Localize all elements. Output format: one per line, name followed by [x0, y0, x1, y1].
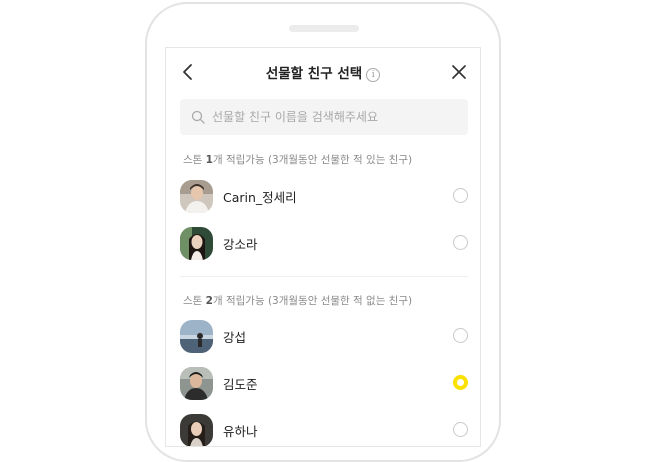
- page-title-text: 선물할 친구 선택: [265, 66, 363, 82]
- info-icon[interactable]: i: [366, 68, 381, 82]
- friend-name: 강섭: [223, 330, 247, 345]
- friend-select-screen: 선물할 친구 선택i 스톤 1개 적립가능 (3개월동안 선물한 적 있는 친구…: [165, 47, 481, 447]
- friend-name: Carin_정세리: [223, 190, 297, 205]
- section-label-suffix: 개 적립가능 (3개월동안 선물한 적 있는 친구): [212, 154, 413, 166]
- section-label-prefix: 스톤: [183, 295, 206, 307]
- section-divider: [180, 276, 468, 277]
- section-label-prefix: 스톤: [183, 154, 206, 166]
- avatar: [180, 320, 213, 353]
- section-label-1: 스톤 1개 적립가능 (3개월동안 선물한 적 있는 친구): [183, 152, 412, 167]
- friend-row[interactable]: Carin_정세리: [166, 176, 480, 216]
- avatar: [180, 414, 213, 446]
- close-icon[interactable]: [451, 64, 467, 80]
- header: 선물할 친구 선택 i: [166, 48, 480, 98]
- select-radio-checked[interactable]: [453, 375, 468, 390]
- select-radio[interactable]: [453, 235, 468, 250]
- friend-name: 강소라: [223, 237, 258, 252]
- search-input[interactable]: [212, 99, 458, 135]
- section-stone-count: 2: [205, 295, 213, 307]
- friend-row[interactable]: 김도준: [166, 363, 480, 403]
- section-label-suffix: 개 적립가능 (3개월동안 선물한 적 없는 친구): [212, 295, 413, 307]
- search-icon: [191, 110, 205, 124]
- select-radio[interactable]: [453, 328, 468, 343]
- section-stone-count: 1: [205, 154, 213, 166]
- friend-row[interactable]: 강섭: [166, 316, 480, 356]
- avatar: [180, 367, 213, 400]
- page-title: 선물할 친구 선택 i: [166, 62, 480, 82]
- select-radio[interactable]: [453, 422, 468, 437]
- avatar: [180, 180, 213, 213]
- friend-row[interactable]: 강소라: [166, 223, 480, 263]
- select-radio[interactable]: [453, 188, 468, 203]
- avatar: [180, 227, 213, 260]
- section-label-2: 스톤 2개 적립가능 (3개월동안 선물한 적 없는 친구): [183, 293, 412, 308]
- friend-name: 유하나: [223, 424, 258, 439]
- phone-speaker: [289, 25, 359, 32]
- search-box[interactable]: [180, 99, 468, 135]
- friend-name: 김도준: [223, 377, 258, 392]
